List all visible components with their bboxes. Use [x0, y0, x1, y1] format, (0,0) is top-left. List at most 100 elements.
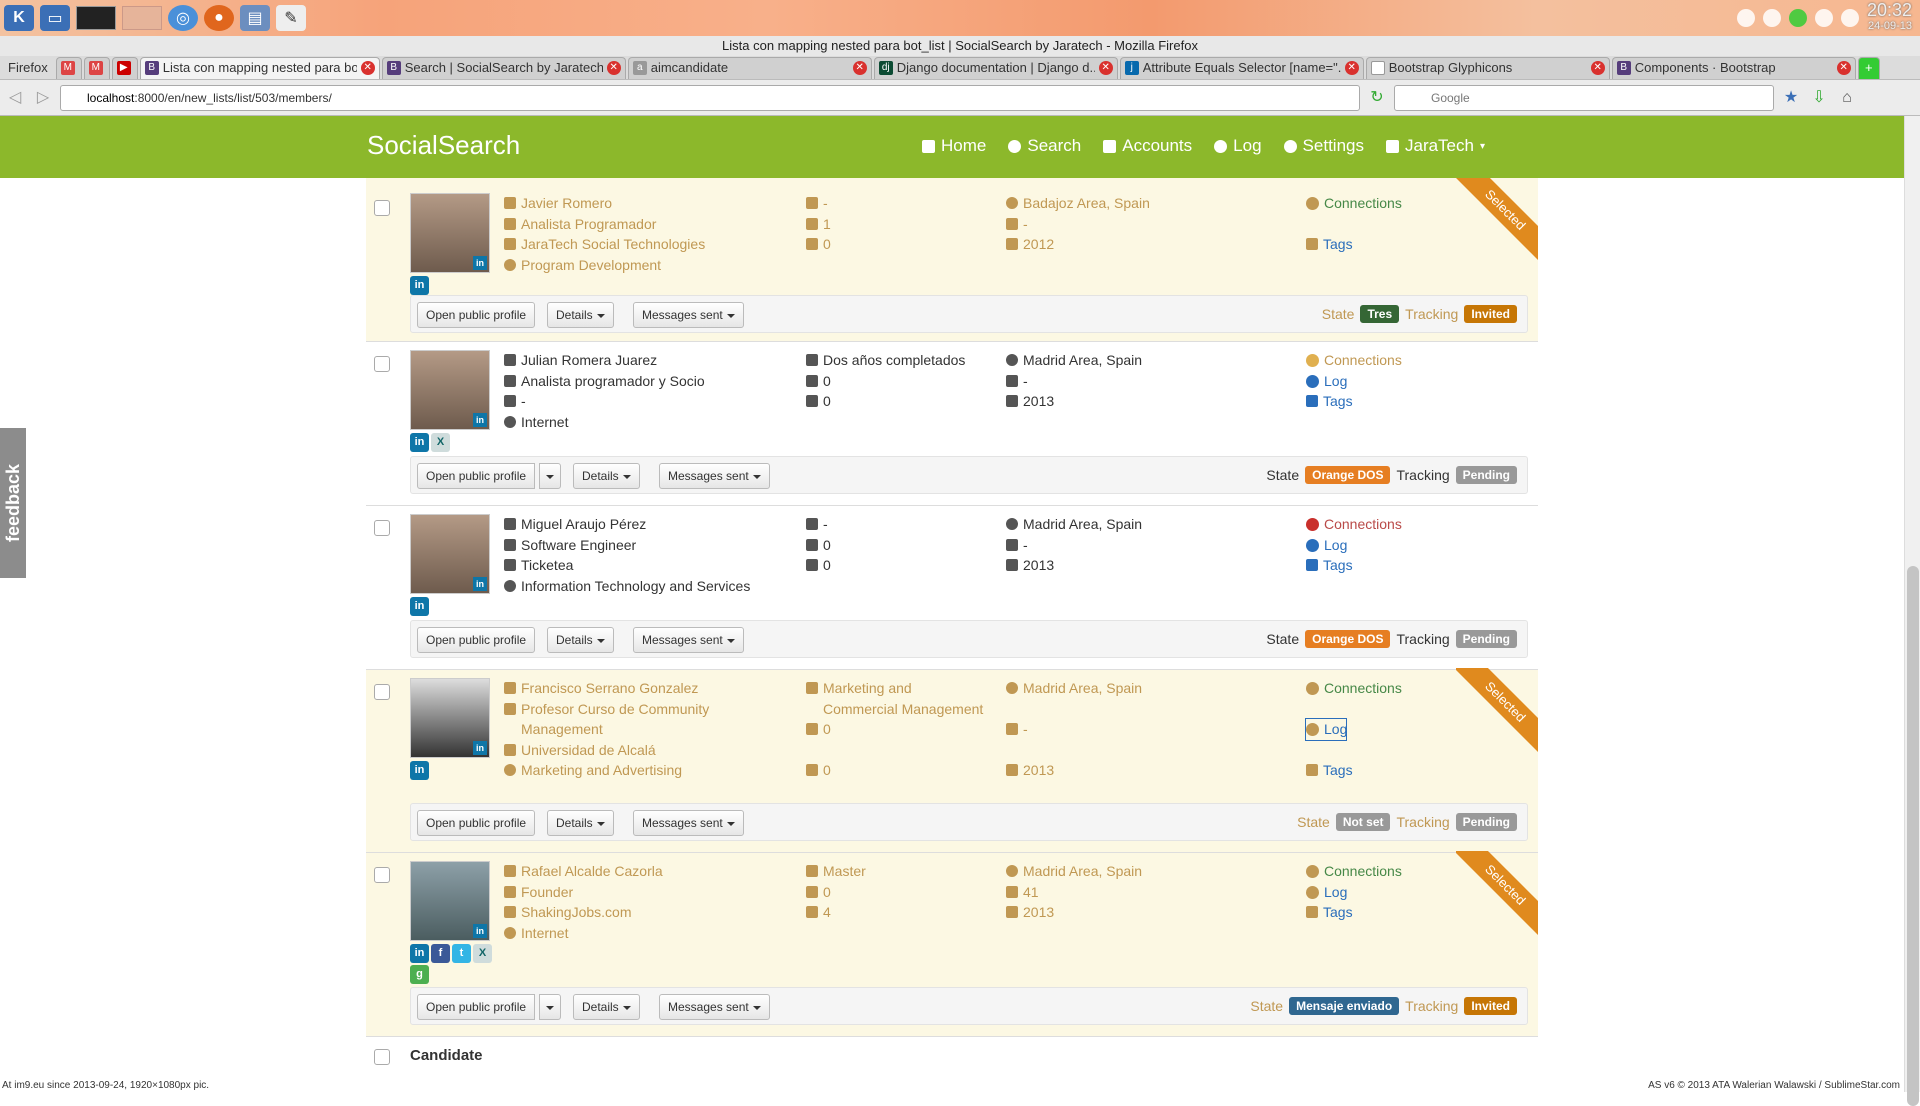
linkedin-icon[interactable]: in: [410, 597, 429, 616]
file-manager-icon[interactable]: ▤: [240, 5, 270, 31]
globe-icon: [1006, 197, 1018, 209]
tab-django[interactable]: dj Django documentation | Django d... ✕: [873, 56, 1118, 79]
nav-jaratech[interactable]: JaraTech ▾: [1385, 136, 1485, 156]
linkedin-icon[interactable]: in: [410, 761, 429, 780]
profile-dropdown-toggle[interactable]: [539, 463, 561, 489]
select-checkbox[interactable]: [374, 356, 390, 372]
pinned-tab-gmail[interactable]: M: [83, 56, 110, 79]
forward-icon[interactable]: ▷: [32, 87, 54, 109]
url-bar[interactable]: localhost:8000/en/new_lists/list/503/mem…: [60, 84, 1360, 111]
education-info: - 1 0: [806, 193, 986, 255]
info-icon: [1306, 374, 1319, 388]
close-icon[interactable]: ✕: [606, 61, 621, 75]
action-bar: Open public profile Details Messages sen…: [410, 295, 1528, 333]
state-tracking: State Mensaje enviado Tracking Invited: [1250, 997, 1517, 1015]
facebook-icon[interactable]: f: [431, 944, 450, 963]
fire-icon: [1006, 238, 1018, 250]
pinned-tab-youtube[interactable]: ▶: [111, 56, 138, 79]
check-circle-icon: [1306, 518, 1319, 531]
avatar[interactable]: in: [410, 193, 490, 273]
firefox-menu-button[interactable]: Firefox: [0, 56, 56, 80]
kde-menu-icon[interactable]: K: [4, 5, 34, 31]
open-public-profile-button[interactable]: Open public profile: [417, 994, 536, 1020]
close-icon[interactable]: ✕: [1098, 61, 1113, 75]
wifi-icon[interactable]: [1840, 9, 1859, 27]
clock[interactable]: 20:32 24-09-13: [1867, 1, 1912, 34]
scrollbar-thumb[interactable]: [1907, 566, 1919, 1106]
messages-sent-button[interactable]: Messages sent: [633, 302, 744, 328]
details-button[interactable]: Details: [547, 810, 614, 836]
download-icon[interactable]: ⇩: [1808, 87, 1830, 109]
globe-icon: [504, 415, 516, 428]
details-button[interactable]: Details: [573, 994, 640, 1020]
linkedin-icon[interactable]: in: [410, 433, 429, 452]
tab-glyphicons[interactable]: Bootstrap Glyphicons ✕: [1365, 56, 1610, 79]
details-button[interactable]: Details: [547, 302, 614, 328]
text-editor-icon[interactable]: ✎: [276, 5, 306, 31]
twitter-icon[interactable]: t: [452, 944, 471, 963]
tray-icon[interactable]: [1736, 9, 1755, 27]
chrome-icon[interactable]: ◎: [168, 5, 198, 31]
home-icon[interactable]: ⌂: [1836, 87, 1858, 109]
search-bar[interactable]: Google: [1394, 84, 1774, 111]
candidate-links: Connections Log Tags: [1306, 350, 1402, 412]
xing-icon[interactable]: X: [473, 944, 492, 963]
select-checkbox[interactable]: [374, 867, 390, 883]
nav-accounts[interactable]: Accounts: [1103, 136, 1192, 156]
avatar[interactable]: in: [410, 678, 490, 758]
tab-jquery[interactable]: j Attribute Equals Selector [name="... ✕: [1119, 56, 1364, 79]
tab-components[interactable]: B Components · Bootstrap ✕: [1611, 56, 1856, 79]
close-icon[interactable]: ✕: [1590, 61, 1605, 75]
xing-icon[interactable]: X: [431, 433, 450, 452]
site-brand[interactable]: SocialSearch: [367, 130, 520, 161]
nav-search[interactable]: Search: [1008, 136, 1081, 156]
desktop-pager-2[interactable]: [122, 6, 162, 30]
messages-sent-button[interactable]: Messages sent: [659, 994, 770, 1020]
nav-settings[interactable]: Settings: [1283, 136, 1364, 156]
pinned-tab-gmail[interactable]: M: [55, 56, 82, 79]
google-icon[interactable]: g: [410, 965, 429, 984]
close-icon[interactable]: ✕: [1836, 61, 1851, 75]
details-button[interactable]: Details: [547, 627, 614, 653]
linkedin-icon[interactable]: in: [410, 944, 429, 963]
tab-search[interactable]: B Search | SocialSearch by Jaratech ✕: [381, 56, 626, 79]
select-checkbox[interactable]: [374, 684, 390, 700]
messages-sent-button[interactable]: Messages sent: [659, 463, 770, 489]
page-scrollbar[interactable]: [1904, 116, 1920, 1106]
nav-home[interactable]: Home: [922, 136, 986, 156]
back-icon[interactable]: ◁: [4, 87, 26, 109]
desktop-pager-1[interactable]: [76, 6, 116, 30]
tab-aimcandidate[interactable]: a aimcandidate ✕: [627, 56, 872, 79]
close-icon[interactable]: ✕: [852, 61, 867, 75]
close-icon[interactable]: ✕: [1344, 61, 1359, 75]
messages-sent-button[interactable]: Messages sent: [633, 810, 744, 836]
feedback-tab[interactable]: feedback: [0, 428, 26, 578]
avatar[interactable]: in: [410, 350, 490, 430]
select-all-checkbox[interactable]: [374, 1049, 390, 1065]
tray-icon[interactable]: [1788, 9, 1807, 27]
select-checkbox[interactable]: [374, 520, 390, 536]
nav-log[interactable]: Log: [1214, 136, 1262, 156]
candidate-links: Connections Tags: [1306, 193, 1402, 255]
open-public-profile-button[interactable]: Open public profile: [417, 302, 536, 328]
details-button[interactable]: Details: [573, 463, 640, 489]
bookmark-icon[interactable]: ★: [1780, 87, 1802, 109]
tab-lista[interactable]: B Lista con mapping nested para bo... ✕: [139, 56, 380, 79]
gmail-icon: M: [60, 61, 75, 75]
desktop-icon[interactable]: ▭: [40, 5, 70, 31]
tray-icon[interactable]: [1762, 9, 1781, 27]
open-public-profile-button[interactable]: Open public profile: [417, 627, 536, 653]
messages-sent-button[interactable]: Messages sent: [633, 627, 744, 653]
linkedin-icon[interactable]: in: [410, 276, 429, 295]
close-icon[interactable]: ✕: [360, 61, 375, 75]
avatar[interactable]: in: [410, 861, 490, 941]
select-checkbox[interactable]: [374, 200, 390, 216]
volume-icon[interactable]: [1814, 9, 1833, 27]
reload-icon[interactable]: ↻: [1366, 87, 1388, 109]
open-public-profile-button[interactable]: Open public profile: [417, 463, 536, 489]
avatar[interactable]: in: [410, 514, 490, 594]
profile-dropdown-toggle[interactable]: [539, 994, 561, 1020]
new-tab-button[interactable]: +: [1857, 56, 1880, 79]
open-public-profile-button[interactable]: Open public profile: [417, 810, 536, 836]
firefox-icon[interactable]: ●: [204, 5, 234, 31]
